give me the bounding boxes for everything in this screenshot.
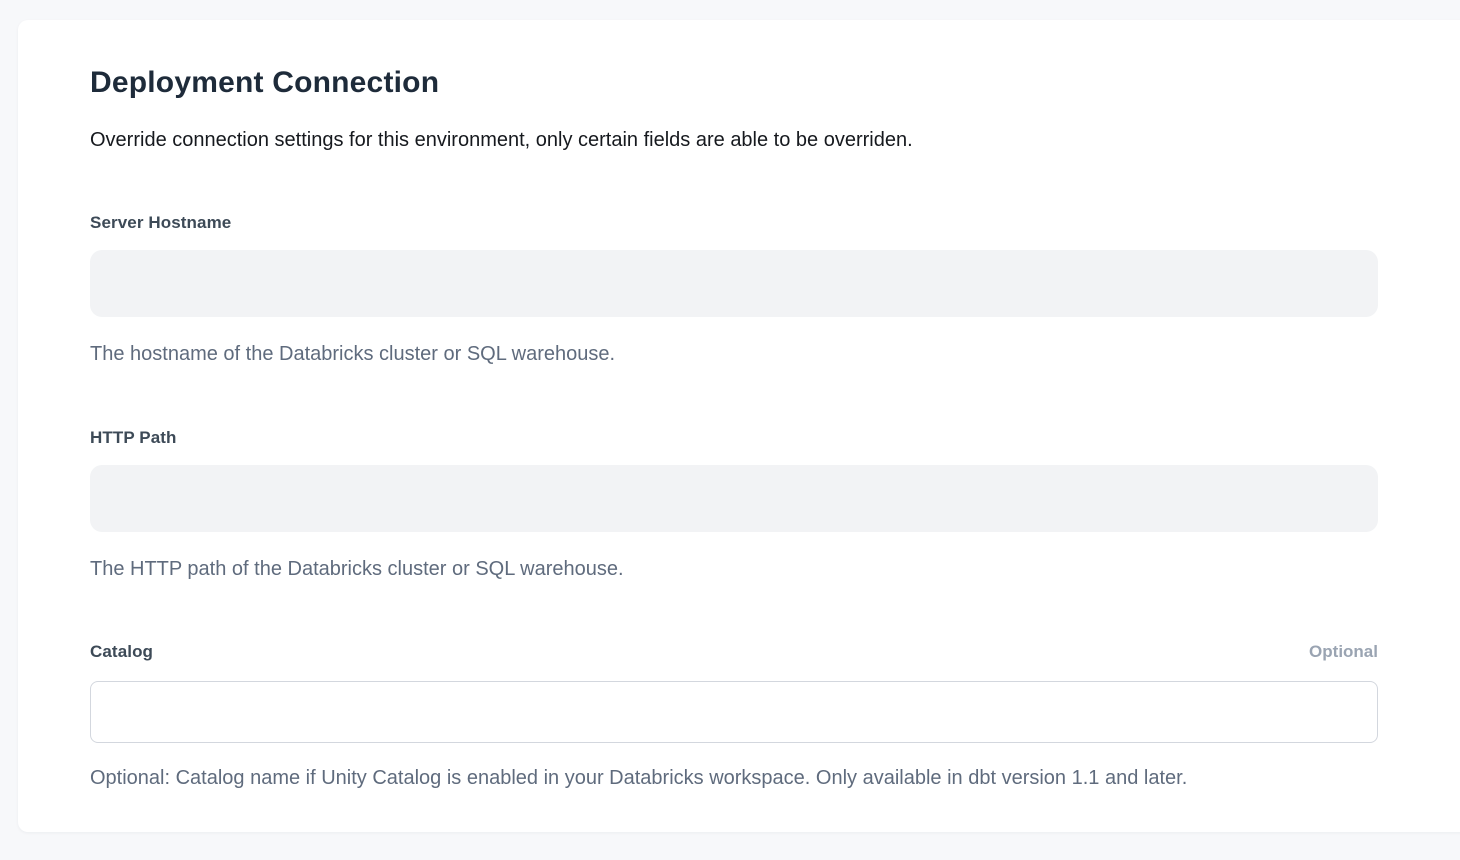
server-hostname-input xyxy=(90,250,1378,317)
server-hostname-helper: The hostname of the Databricks cluster o… xyxy=(90,341,1378,367)
label-row: HTTP Path xyxy=(90,427,1378,449)
server-hostname-label: Server Hostname xyxy=(90,212,231,234)
catalog-input[interactable] xyxy=(90,681,1378,743)
label-row: Catalog Optional xyxy=(90,641,1378,663)
field-server-hostname: Server Hostname The hostname of the Data… xyxy=(90,212,1378,367)
field-http-path: HTTP Path The HTTP path of the Databrick… xyxy=(90,427,1378,582)
catalog-helper: Optional: Catalog name if Unity Catalog … xyxy=(90,765,1378,791)
card-content: Deployment Connection Override connectio… xyxy=(18,20,1378,791)
field-catalog: Catalog Optional Optional: Catalog name … xyxy=(90,641,1378,791)
http-path-input xyxy=(90,465,1378,532)
catalog-optional-tag: Optional xyxy=(1309,641,1378,663)
label-row: Server Hostname xyxy=(90,212,1378,234)
deployment-connection-card: Deployment Connection Override connectio… xyxy=(18,20,1460,832)
catalog-label: Catalog xyxy=(90,641,153,663)
http-path-label: HTTP Path xyxy=(90,427,177,449)
page-subtitle: Override connection settings for this en… xyxy=(90,126,1378,154)
http-path-helper: The HTTP path of the Databricks cluster … xyxy=(90,556,1378,582)
page-title: Deployment Connection xyxy=(90,64,1378,102)
